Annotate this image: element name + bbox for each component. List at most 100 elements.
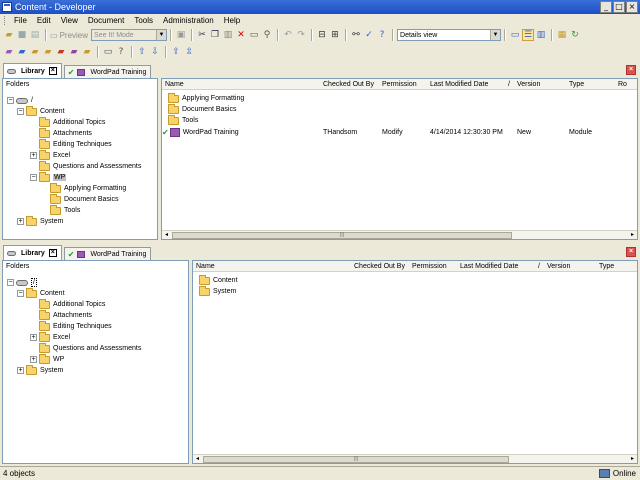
tree-item-questions-and-assessments[interactable]: Questions and Assessments [30, 160, 141, 172]
layout-vertical-icon[interactable]: ▥ [535, 29, 547, 41]
collapse-icon[interactable]: − [17, 290, 24, 297]
new-glossary-icon[interactable]: ▰ [68, 46, 80, 58]
scroll-thumb[interactable]: ||| [203, 456, 509, 463]
expand-icon[interactable]: + [30, 356, 37, 363]
expand-icon[interactable]: + [17, 218, 24, 225]
collapse-icon[interactable]: ⊟ [316, 29, 328, 41]
new-role-icon[interactable]: ▰ [81, 46, 93, 58]
list-item[interactable]: Tools [168, 114, 198, 126]
list-item[interactable]: Content [199, 274, 238, 286]
tree-item-wp[interactable]: + WP [30, 353, 64, 365]
tree-item-applying-formatting[interactable]: Applying Formatting [41, 182, 126, 194]
tree-item-tools[interactable]: Tools [41, 204, 80, 216]
upload-icon[interactable]: ⇪ [170, 46, 182, 58]
find-icon[interactable]: ⚲ [261, 29, 273, 41]
cut-icon[interactable]: ✂ [196, 29, 208, 41]
undo-icon[interactable]: ↶ [282, 29, 294, 41]
refresh-icon[interactable]: ↻ [569, 29, 581, 41]
expand-icon[interactable]: + [30, 334, 37, 341]
new-package-icon[interactable]: ▰ [55, 46, 67, 58]
copy-icon[interactable]: ❐ [209, 29, 221, 41]
tab-library[interactable]: Library × [3, 245, 62, 260]
column-version[interactable]: Version [517, 81, 540, 88]
tree-item-excel[interactable]: + Excel [30, 149, 70, 161]
new-topic-icon[interactable]: ▰ [29, 46, 41, 58]
close-tab-icon[interactable]: × [48, 249, 57, 257]
preview-button[interactable]: ▭ Preview [50, 31, 88, 40]
insert-question-icon[interactable]: ? [115, 46, 127, 58]
column-checked-out-by[interactable]: Checked Out By [323, 81, 374, 88]
scroll-left-icon[interactable]: ◂ [162, 231, 171, 239]
publish-icon[interactable]: ▣ [175, 29, 187, 41]
print-icon[interactable]: ▤ [29, 29, 41, 41]
properties-icon[interactable]: ▦ [556, 29, 568, 41]
column-last-modified-date[interactable]: Last Modified Date [430, 81, 488, 88]
redo-icon[interactable]: ↷ [295, 29, 307, 41]
scroll-thumb[interactable]: ||| [172, 232, 512, 239]
scroll-left-icon[interactable]: ◂ [193, 455, 202, 463]
binoculars-icon[interactable]: ⚯ [350, 29, 362, 41]
collapse-icon[interactable]: − [7, 279, 14, 286]
delete-icon[interactable]: ✕ [235, 29, 247, 41]
tab-wordpad-training[interactable]: ✔ WordPad Training [63, 247, 152, 260]
menu-edit[interactable]: Edit [33, 16, 55, 25]
close-button[interactable]: × [626, 1, 638, 13]
list-item-module[interactable]: ✔ WordPad Training THandsom Modify 4/14/2… [162, 127, 637, 138]
layout-single-icon[interactable]: ▭ [509, 29, 521, 41]
menu-help[interactable]: Help [220, 16, 244, 25]
tree-item-document-basics[interactable]: Document Basics [41, 193, 118, 205]
expand-icon[interactable]: ⊞ [329, 29, 341, 41]
check-in-icon[interactable]: ⇧ [136, 46, 148, 58]
list-item[interactable]: Applying Formatting [168, 92, 244, 104]
horizontal-scrollbar[interactable]: ◂ ||| ▸ [162, 230, 637, 239]
collapse-icon[interactable]: − [30, 174, 37, 181]
save-icon[interactable]: ■ [16, 29, 28, 41]
list-item[interactable]: Document Basics [168, 103, 236, 115]
download-icon[interactable]: ⇫ [183, 46, 195, 58]
expand-icon[interactable]: + [30, 152, 37, 159]
list-item[interactable]: System [199, 285, 236, 297]
tree-item-excel[interactable]: + Excel [30, 331, 70, 343]
layout-horizontal-icon[interactable]: ☰ [522, 29, 535, 41]
tree-item-attachments[interactable]: Attachments [30, 309, 92, 321]
menu-document[interactable]: Document [84, 16, 128, 25]
close-panel-icon[interactable]: × [626, 247, 636, 257]
paste-icon[interactable]: ▥ [222, 29, 234, 41]
tree-item-system[interactable]: + System [17, 215, 63, 227]
insert-link-icon[interactable]: ▭ [102, 46, 114, 58]
maximize-button[interactable]: □ [613, 1, 625, 13]
help-icon[interactable]: ? [376, 29, 388, 41]
column-permission[interactable]: Permission [412, 263, 447, 270]
column-type[interactable]: Type [569, 81, 584, 88]
close-panel-icon[interactable]: × [626, 65, 636, 75]
view-select[interactable]: Details view ▼ [397, 29, 502, 41]
check-out-icon[interactable]: ⇩ [149, 46, 161, 58]
tree-item-additional-topics[interactable]: Additional Topics [30, 298, 105, 310]
tree-item-content[interactable]: − Content [17, 287, 65, 299]
tree-item-root[interactable]: − / [7, 277, 37, 288]
close-tab-icon[interactable]: × [48, 67, 57, 75]
tab-wordpad-training[interactable]: ✔ WordPad Training [63, 65, 152, 78]
tree-item-content[interactable]: − Content [17, 105, 65, 117]
scroll-right-icon[interactable]: ▸ [628, 231, 637, 239]
horizontal-scrollbar[interactable]: ◂ ||| ▸ [193, 454, 637, 463]
collapse-icon[interactable]: − [7, 97, 14, 104]
tree-item-editing-techniques[interactable]: Editing Techniques [30, 320, 112, 332]
new-module-icon[interactable]: ▰ [3, 46, 15, 58]
tree-item-system[interactable]: + System [17, 364, 63, 376]
menu-view[interactable]: View [57, 16, 82, 25]
spellcheck-icon[interactable]: ✓ [363, 29, 375, 41]
open-folder-icon[interactable]: ▰ [3, 29, 15, 41]
column-ro[interactable]: Ro [618, 81, 627, 88]
mode-select[interactable]: See It! Mode ▼ [91, 29, 168, 41]
menu-administration[interactable]: Administration [159, 16, 218, 25]
column-last-modified-date[interactable]: Last Modified Date [460, 263, 518, 270]
tree-item-attachments[interactable]: Attachments [30, 127, 92, 139]
tree-item-additional-topics[interactable]: Additional Topics [30, 116, 105, 128]
menu-tools[interactable]: Tools [130, 16, 157, 25]
tree-item-wp[interactable]: − WP [30, 171, 67, 183]
new-web-page-icon[interactable]: ▰ [42, 46, 54, 58]
scroll-right-icon[interactable]: ▸ [628, 455, 637, 463]
column-permission[interactable]: Permission [382, 81, 417, 88]
column-type[interactable]: Type [599, 263, 614, 270]
